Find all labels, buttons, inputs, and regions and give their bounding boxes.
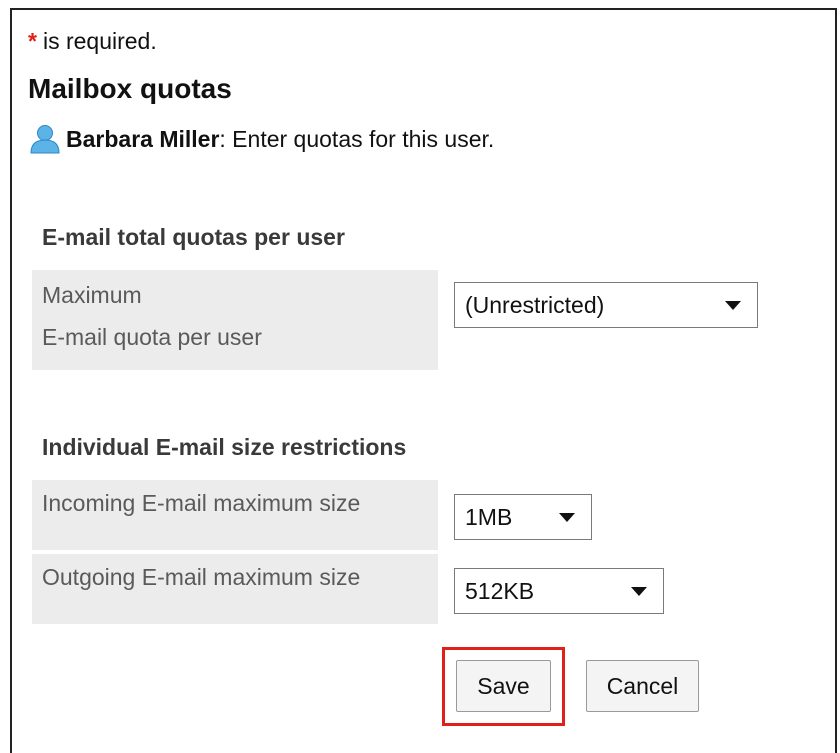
outgoing-size-label: Outgoing E-mail maximum size [32,554,438,624]
incoming-size-select[interactable]: 1MB [454,494,592,540]
size-restrictions-heading: Individual E-mail size restrictions [42,434,407,460]
max-quota-label: Maximum E-mail quota per user [32,270,438,370]
user-icon [28,124,62,154]
save-button[interactable]: Save [456,660,551,712]
content-frame [10,8,837,753]
user-line: Barbara Miller: Enter quotas for this us… [28,124,494,154]
max-quota-selected-value: (Unrestricted) [465,291,605,318]
max-quota-label-line2: E-mail quota per user [42,324,262,350]
cancel-button[interactable]: Cancel [586,660,699,712]
total-quota-heading: E-mail total quotas per user [42,224,345,250]
required-note: * is required. [28,26,157,56]
page-title: Mailbox quotas [28,73,232,104]
incoming-size-label: Incoming E-mail maximum size [32,480,438,550]
max-quota-select[interactable]: (Unrestricted) [454,282,758,328]
chevron-down-icon [631,587,647,596]
outgoing-size-selected-value: 512KB [465,577,535,604]
chevron-down-icon [559,513,575,522]
user-instruction: : Enter quotas for this user. [219,126,495,152]
max-quota-label-line1: Maximum [42,282,142,308]
user-name: Barbara Miller [66,126,220,152]
outgoing-size-select[interactable]: 512KB [454,568,664,614]
chevron-down-icon [725,301,741,310]
required-star: * [28,28,37,54]
required-note-text: is required. [42,28,157,54]
incoming-size-selected-value: 1MB [465,503,513,530]
